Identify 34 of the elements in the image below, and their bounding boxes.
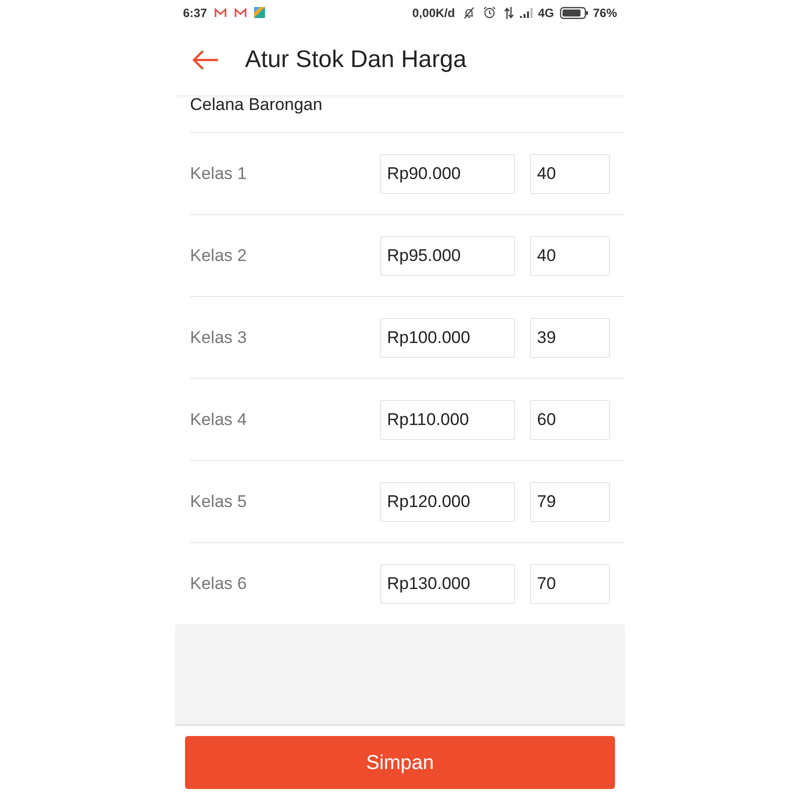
variant-name: Kelas 2	[190, 244, 248, 267]
status-time: 6:37	[183, 4, 208, 22]
price-field[interactable]: Rp100.000	[380, 318, 515, 358]
variant-name: Kelas 1	[190, 162, 248, 185]
signal-icon	[520, 8, 533, 18]
price-field[interactable]: Rp90.000	[380, 154, 515, 194]
price-field[interactable]: Rp120.000	[380, 482, 515, 522]
page-title: Atur Stok Dan Harga	[245, 45, 466, 75]
network-speed: 0,00K/d	[412, 4, 455, 22]
bell-off-icon	[462, 6, 475, 18]
back-arrow-icon	[192, 50, 218, 70]
price-field[interactable]: Rp95.000	[380, 236, 515, 276]
price-field[interactable]: Rp130.000	[380, 564, 515, 604]
price-field[interactable]: Rp110.000	[380, 400, 515, 440]
variant-name: Kelas 4	[190, 408, 248, 431]
variant-name: Kelas 3	[190, 326, 248, 349]
battery-icon	[560, 6, 588, 18]
stock-field[interactable]: 40	[530, 236, 610, 276]
square-logo-icon	[254, 7, 266, 18]
alarm-clock-icon	[482, 6, 496, 19]
save-button[interactable]: Simpan	[185, 736, 615, 789]
stock-field[interactable]: 40	[530, 154, 610, 194]
data-arrows-icon	[504, 6, 514, 18]
stock-field[interactable]: 70	[530, 564, 610, 604]
stock-field[interactable]: 39	[530, 318, 610, 358]
variant-name: Kelas 5	[190, 490, 248, 513]
stock-field[interactable]: 60	[530, 400, 610, 440]
network-type: 4G	[538, 4, 554, 22]
product-name: Celana Barongan	[190, 95, 324, 115]
stock-field[interactable]: 79	[530, 482, 610, 522]
mail-icon	[214, 8, 228, 18]
variant-name: Kelas 6	[190, 572, 248, 595]
battery-percentage: 76%	[592, 4, 617, 22]
mail-icon	[234, 8, 248, 18]
